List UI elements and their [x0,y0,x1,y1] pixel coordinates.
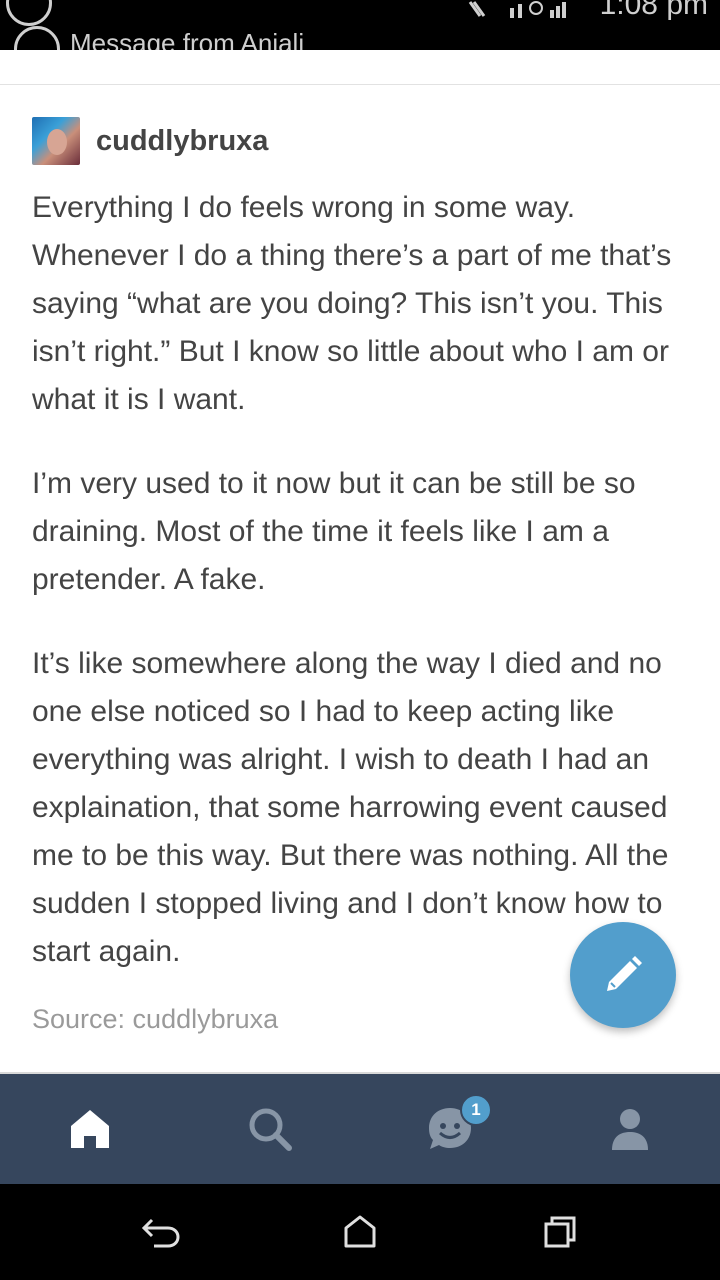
nav-account[interactable] [585,1074,675,1184]
post-header: cuddlybruxa [32,116,268,166]
back-button[interactable] [130,1202,190,1262]
phone-notification-icon [14,26,60,50]
post-paragraph: Everything I do feels wrong in some way.… [32,191,672,416]
compose-button[interactable] [570,922,676,1028]
back-icon [141,1218,180,1248]
notification-text: Message from Anjali [70,28,305,50]
post-paragraph: It’s like somewhere along the way I died… [32,647,669,968]
account-icon [612,1109,648,1150]
nav-search[interactable] [225,1074,315,1184]
nav-home[interactable] [45,1074,135,1184]
post-username[interactable]: cuddlybruxa [96,125,268,158]
avatar[interactable] [32,117,80,165]
post-source[interactable]: Source: cuddlybruxa [32,1004,278,1035]
divider [0,84,720,85]
home-button[interactable] [330,1202,390,1262]
post-paragraph: I’m very used to it now but it can be st… [32,467,636,596]
search-icon [249,1108,292,1151]
status-bar: Message from Anjali 1:08 pm [0,0,720,50]
recents-icon [544,1216,576,1248]
whatsapp-icon [6,0,52,26]
bottom-navigation: 1 [0,1072,720,1184]
pencil-icon [607,956,642,991]
recents-button[interactable] [530,1202,590,1262]
system-navigation-bar [0,1184,720,1280]
signal-icons [460,0,590,26]
activity-badge: 1 [460,1094,492,1126]
home-button-icon [344,1215,376,1248]
post-body: Everything I do feels wrong in some way.… [32,184,692,1012]
clock: 1:08 pm [599,0,708,21]
home-icon [71,1110,109,1148]
nav-activity[interactable] [405,1074,495,1184]
